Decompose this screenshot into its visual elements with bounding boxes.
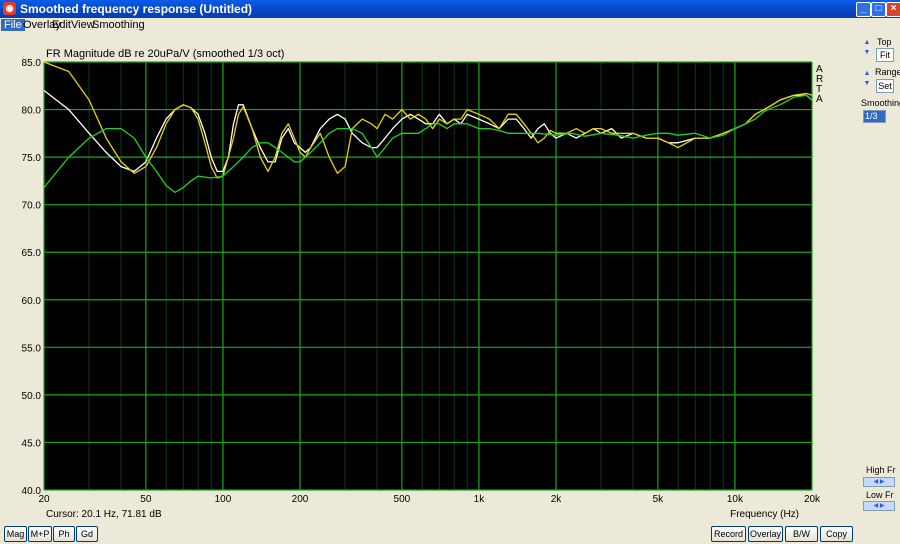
cursor-readout: Cursor: 20.1 Hz, 71.81 dB <box>46 509 162 520</box>
bw-button[interactable]: B/W <box>785 526 818 542</box>
y-tick-label: 60.0 <box>22 296 42 307</box>
smoothing-label: Smoothing <box>861 98 900 108</box>
y-tick-label: 70.0 <box>22 201 42 212</box>
plot-area[interactable] <box>44 62 812 490</box>
y-tick-label: 50.0 <box>22 391 42 402</box>
fit-button[interactable]: Fit <box>876 48 894 62</box>
range-spinner[interactable]: ▲ ▼ <box>862 69 872 91</box>
high-fr-arrows[interactable]: ◀ ▶ <box>863 477 895 487</box>
up-arrow-icon[interactable]: ▲ <box>862 38 872 48</box>
title-bar: ◉ Smoothed frequency response (Untitled)… <box>0 0 900 18</box>
high-fr-label: High Fr <box>866 465 896 475</box>
record-button[interactable]: Record <box>711 526 746 542</box>
up-arrow-icon[interactable]: ▲ <box>862 69 872 79</box>
copy-button[interactable]: Copy <box>820 526 853 542</box>
y-tick-label: 85.0 <box>22 58 42 69</box>
minimize-icon[interactable]: _ <box>856 2 871 17</box>
down-arrow-icon[interactable]: ▼ <box>862 48 872 58</box>
maximize-icon[interactable]: □ <box>871 2 886 17</box>
range-label: Range <box>875 67 900 77</box>
y-tick-label: 45.0 <box>22 438 42 449</box>
x-tick-label: 20 <box>38 494 50 505</box>
close-icon[interactable]: × <box>886 2 900 17</box>
smoothing-select[interactable]: 1/3 <box>863 110 886 123</box>
low-fr-label: Low Fr <box>866 490 894 500</box>
x-tick-label: 20k <box>804 494 821 505</box>
arta-watermark: A R T A <box>816 64 823 105</box>
y-tick-label: 80.0 <box>22 106 42 117</box>
watermark-letter: A <box>816 94 823 105</box>
group-delay-button[interactable]: Gd <box>76 526 98 542</box>
y-tick-label: 55.0 <box>22 343 42 354</box>
top-label: Top <box>877 37 892 47</box>
bottom-toolbar: Mag M+P Ph Gd Record Overlay B/W Copy <box>0 524 900 544</box>
mag-button[interactable]: Mag <box>4 526 27 542</box>
y-tick-label: 75.0 <box>22 153 42 164</box>
y-tick-label: 65.0 <box>22 248 42 259</box>
chart-title: FR Magnitude dB re 20uPa/V (smoothed 1/3… <box>46 48 284 60</box>
menu-bar: File Overlay Edit View Smoothing <box>0 18 900 32</box>
x-tick-label: 100 <box>215 494 232 505</box>
arta-icon[interactable]: ◉ <box>3 2 16 15</box>
x-tick-label: 10k <box>727 494 744 505</box>
low-fr-arrows[interactable]: ◀ ▶ <box>863 501 895 511</box>
x-tick-label: 1k <box>474 494 486 505</box>
down-arrow-icon[interactable]: ▼ <box>862 79 872 89</box>
x-tick-label: 2k <box>551 494 563 505</box>
x-tick-label: 50 <box>140 494 152 505</box>
set-button[interactable]: Set <box>876 79 894 93</box>
frequency-response-chart[interactable]: FR Magnitude dB re 20uPa/V (smoothed 1/3… <box>0 32 856 522</box>
x-tick-label: 200 <box>292 494 309 505</box>
phase-button[interactable]: Ph <box>53 526 75 542</box>
x-tick-label: 5k <box>653 494 665 505</box>
menu-smoothing[interactable]: Smoothing <box>89 19 148 31</box>
window-title: Smoothed frequency response (Untitled) <box>20 2 253 16</box>
x-axis-label: Frequency (Hz) <box>730 509 799 520</box>
overlay-button[interactable]: Overlay <box>748 526 783 542</box>
top-spinner[interactable]: ▲ ▼ <box>862 38 872 60</box>
mp-button[interactable]: M+P <box>28 526 52 542</box>
x-tick-label: 500 <box>394 494 411 505</box>
